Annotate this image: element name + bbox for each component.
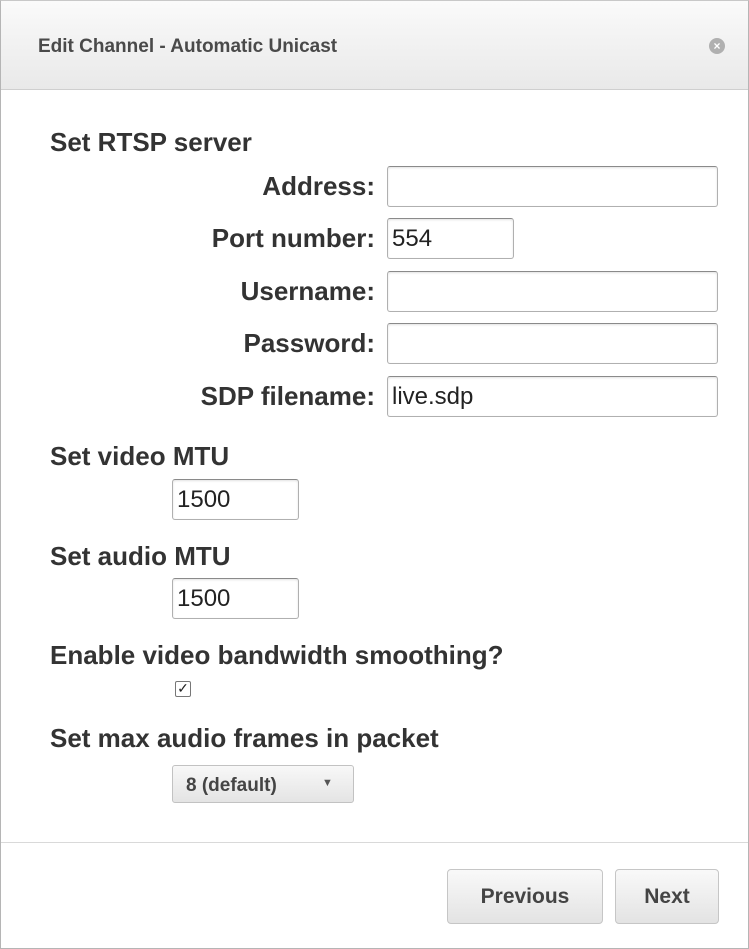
port-input[interactable] [387, 218, 514, 259]
rtsp-heading: Set RTSP server [50, 127, 252, 157]
sdp-filename-input[interactable] [387, 376, 718, 417]
audio-frames-selected: 8 (default) [186, 775, 277, 796]
port-label: Port number: [211, 223, 375, 253]
dialog-titlebar: Edit Channel - Automatic Unicast × [1, 1, 748, 90]
audio-frames-heading: Set max audio frames in packet [50, 723, 439, 753]
smoothing-heading: Enable video bandwidth smoothing? [50, 640, 504, 670]
caret-down-icon: ▼ [322, 777, 333, 789]
password-label: Password: [243, 328, 376, 358]
address-label: Address: [262, 171, 375, 201]
checkmark-icon: ✓ [177, 680, 189, 696]
footer-divider [1, 842, 748, 843]
audio-mtu-input[interactable] [172, 578, 299, 619]
video-mtu-input[interactable] [172, 479, 299, 520]
video-mtu-heading: Set video MTU [50, 441, 230, 471]
previous-button[interactable]: Previous [447, 869, 603, 924]
username-input[interactable] [387, 271, 718, 312]
edit-channel-dialog: Edit Channel - Automatic Unicast × Set R… [0, 0, 749, 949]
username-label: Username: [240, 276, 375, 306]
password-input[interactable] [387, 323, 718, 364]
close-icon[interactable]: × [709, 38, 725, 54]
audio-frames-select[interactable]: 8 (default) ▼ [172, 765, 354, 803]
audio-mtu-heading: Set audio MTU [50, 541, 231, 571]
dialog-title: Edit Channel - Automatic Unicast [38, 36, 338, 57]
address-input[interactable] [387, 166, 718, 207]
sdp-filename-label: SDP filename: [200, 381, 375, 411]
next-button[interactable]: Next [615, 869, 719, 924]
smoothing-checkbox[interactable]: ✓ [175, 681, 191, 697]
